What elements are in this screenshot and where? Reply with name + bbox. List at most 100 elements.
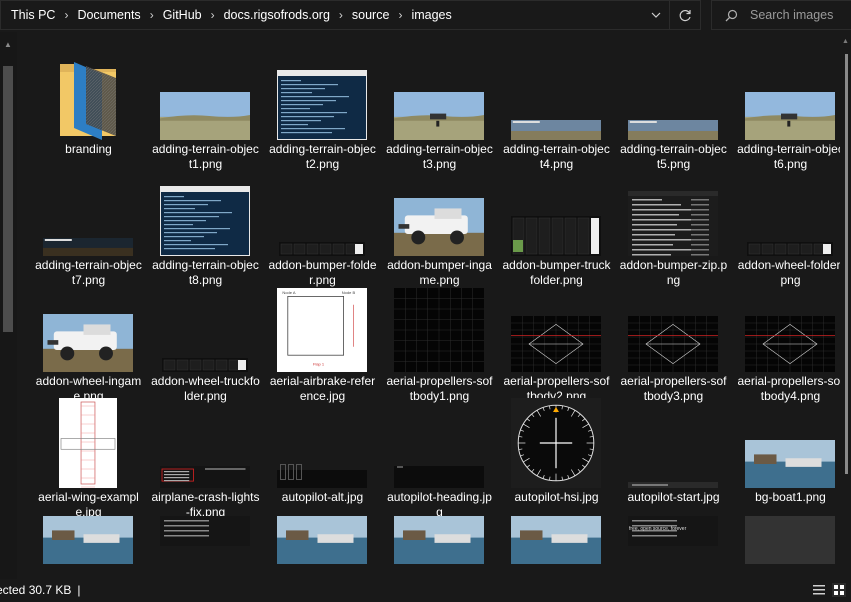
file-item[interactable]	[30, 512, 147, 579]
file-item[interactable]: aerial-wing-example.jpg	[30, 396, 147, 519]
file-item[interactable]: aerial-propellers-softbody2.png	[498, 280, 615, 403]
folder-icon	[40, 50, 136, 140]
file-item[interactable]: adding-terrain-object4.png	[498, 48, 615, 171]
thumbnail	[625, 50, 721, 140]
file-item[interactable]: aerial-propellers-softbody4.png	[732, 280, 840, 403]
crumb-github[interactable]: GitHub	[159, 8, 206, 22]
nav-pane-scrollbar[interactable]: ▲	[0, 32, 17, 579]
svg-text:Flap 1: Flap 1	[313, 361, 325, 366]
file-item[interactable]: addon-wheel-folder.png	[732, 164, 840, 287]
chevron-right-icon[interactable]: ›	[59, 8, 73, 22]
file-item[interactable]: aerial-propellers-softbody1.png	[381, 280, 498, 403]
address-bar[interactable]: This PC › Documents › GitHub › docs.rigs…	[0, 0, 701, 30]
thumbnail	[274, 166, 370, 256]
file-item[interactable]: addon-wheel-truckfolder.png	[147, 280, 264, 403]
file-item[interactable]: Node A Node B Flap 1 aerial-airbrake-refere…	[264, 280, 381, 403]
status-selection-text: ected 30.7 KB	[0, 583, 72, 597]
thumbnail	[157, 398, 253, 488]
file-item[interactable]: autopilot-alt.jpg	[264, 396, 381, 512]
thumbnail	[742, 398, 838, 488]
details-view-icon[interactable]	[812, 583, 826, 597]
scroll-up-arrow-icon[interactable]: ▲	[842, 38, 849, 45]
file-item[interactable]: bg-boat1.png	[732, 396, 840, 512]
thumbnail	[742, 516, 838, 579]
status-divider: |	[77, 583, 81, 597]
scrollbar-thumb[interactable]	[3, 66, 13, 332]
thumbnail	[274, 50, 370, 140]
top-bar: This PC › Documents › GitHub › docs.rigs…	[0, 0, 851, 32]
file-item[interactable]: autopilot-start.jpg	[615, 396, 732, 512]
file-item[interactable]: adding-terrain-object6.png	[732, 48, 840, 171]
thumbnail	[40, 166, 136, 256]
thumbnail	[508, 282, 604, 372]
thumbnail	[508, 398, 604, 488]
thumbnail-caption: free, open source, forever	[629, 526, 687, 532]
ap-altitude-label	[280, 464, 286, 480]
thumbnail	[274, 516, 370, 579]
search-icon	[712, 9, 750, 22]
svg-text:Node B: Node B	[342, 290, 356, 295]
file-item[interactable]	[381, 512, 498, 579]
status-bar: ected 30.7 KB |	[0, 579, 851, 601]
chevron-right-icon[interactable]: ›	[393, 8, 407, 22]
thumbnail	[157, 282, 253, 372]
file-name: autopilot-alt.jpg	[281, 490, 364, 504]
thumbnail	[157, 516, 253, 579]
ap-heading-label	[397, 466, 403, 468]
refresh-icon[interactable]	[669, 1, 700, 29]
file-item[interactable]: addon-bumper-truckfolder.png	[498, 164, 615, 287]
crumb-this-pc[interactable]: This PC	[7, 8, 59, 22]
file-item[interactable]: adding-terrain-object7.png	[30, 164, 147, 287]
file-item[interactable]: adding-terrain-object1.png	[147, 48, 264, 171]
file-item[interactable]: addon-bumper-ingame.png	[381, 164, 498, 287]
crumb-images[interactable]: images	[407, 8, 455, 22]
file-item[interactable]: adding-terrain-object3.png	[381, 48, 498, 171]
thumbnail	[742, 50, 838, 140]
thumbnail	[391, 50, 487, 140]
file-item[interactable]: addon-bumper-zip.png	[615, 164, 732, 287]
file-item[interactable]: adding-terrain-object8.png	[147, 164, 264, 287]
folder-item[interactable]: branding	[30, 48, 147, 164]
content-scrollbar[interactable]: ▲	[841, 32, 851, 579]
crumb-docs[interactable]: docs.rigsofrods.org	[220, 8, 334, 22]
thumbnail	[391, 516, 487, 579]
thumbnail	[508, 166, 604, 256]
thumbnail	[625, 282, 721, 372]
file-name: branding	[65, 142, 112, 156]
svg-text:Node A: Node A	[282, 290, 295, 295]
chevron-right-icon[interactable]: ›	[206, 8, 220, 22]
file-item[interactable]: airplane-crash-lights-fix.png	[147, 396, 264, 519]
breadcrumb: This PC › Documents › GitHub › docs.rigs…	[1, 0, 643, 30]
file-item[interactable]: autopilot-heading.jpg	[381, 396, 498, 519]
scrollbar-thumb[interactable]	[845, 54, 848, 474]
thumbnail	[742, 166, 838, 256]
file-item[interactable]	[732, 512, 840, 579]
file-item[interactable]	[147, 512, 264, 579]
thumbnail	[742, 282, 838, 372]
thumbnail	[508, 50, 604, 140]
thumbnail	[391, 398, 487, 488]
thumbnail	[157, 50, 253, 140]
file-item[interactable]: addon-bumper-folder.png	[264, 164, 381, 287]
thumbnail	[40, 398, 136, 488]
search-box[interactable]	[711, 0, 851, 30]
chevron-right-icon[interactable]: ›	[334, 8, 348, 22]
crumb-documents[interactable]: Documents	[73, 8, 144, 22]
chevron-down-icon[interactable]	[643, 1, 669, 29]
file-item[interactable]: addon-wheel-ingame.png	[30, 280, 147, 403]
file-name: autopilot-start.jpg	[627, 490, 720, 504]
file-item[interactable]: adding-terrain-object2.png	[264, 48, 381, 171]
crumb-source[interactable]: source	[348, 8, 394, 22]
file-item[interactable]: autopilot-hsi.jpg	[498, 396, 615, 512]
file-item[interactable]	[498, 512, 615, 579]
search-input[interactable]	[750, 8, 850, 22]
file-item[interactable]: adding-terrain-object5.png	[615, 48, 732, 171]
thumbnail	[157, 166, 253, 256]
file-item[interactable]: free, open source, forever	[615, 512, 732, 579]
scroll-up-arrow-icon[interactable]: ▲	[4, 40, 12, 49]
chevron-right-icon[interactable]: ›	[145, 8, 159, 22]
file-item[interactable]	[264, 512, 381, 579]
large-icons-view-icon[interactable]	[832, 583, 846, 597]
file-name: bg-boat1.png	[755, 490, 826, 504]
file-item[interactable]: aerial-propellers-softbody3.png	[615, 280, 732, 403]
